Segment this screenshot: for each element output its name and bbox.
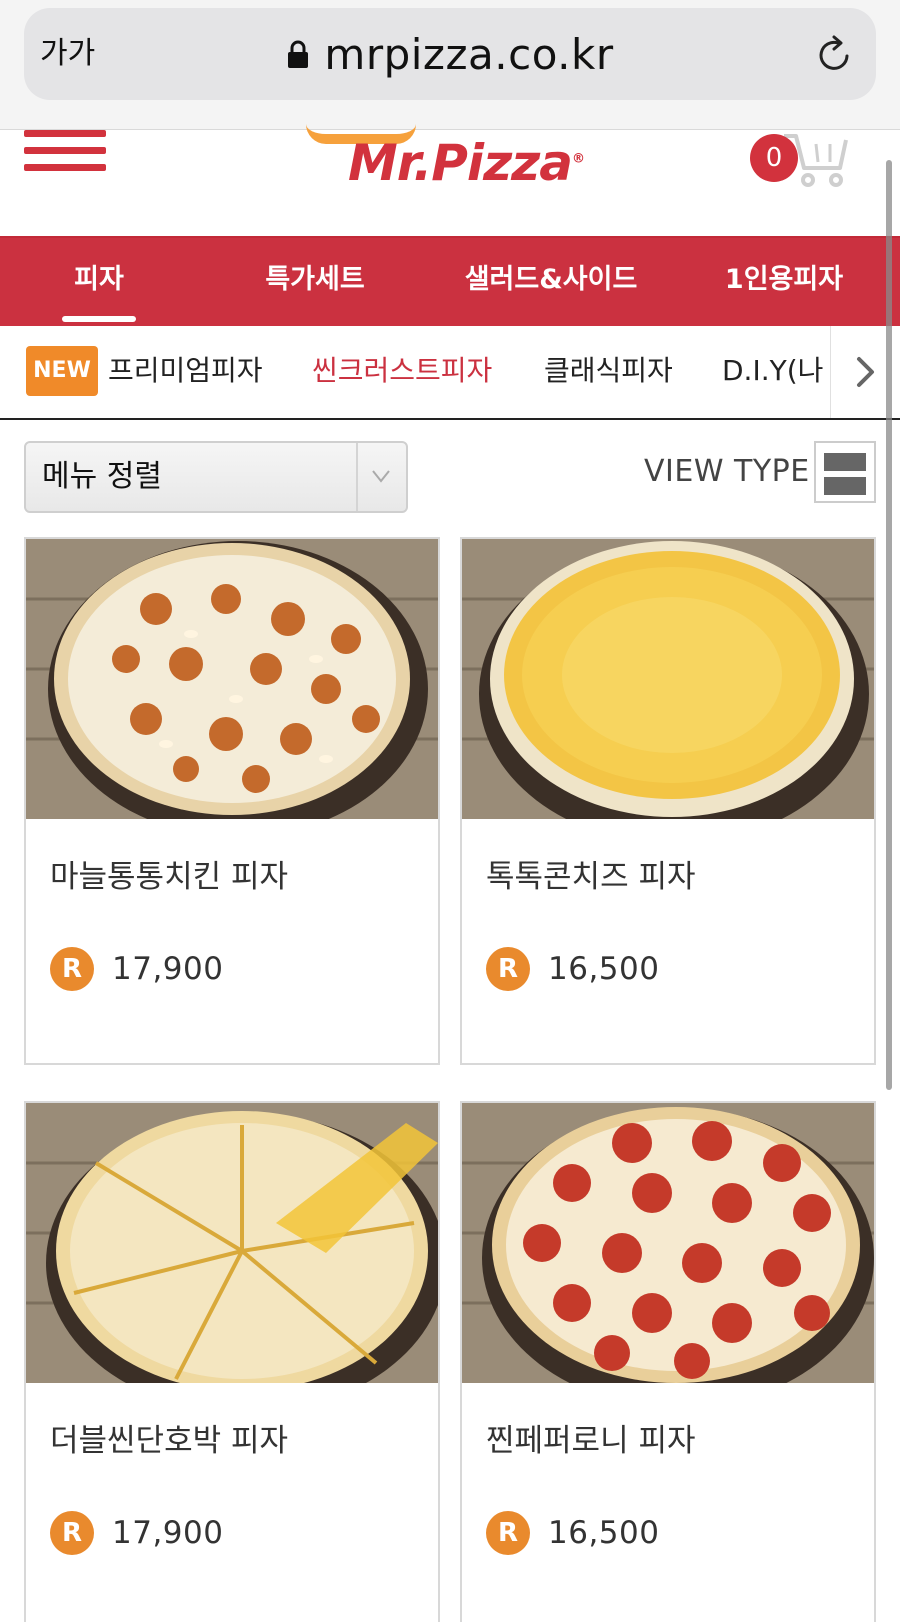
reload-icon[interactable] xyxy=(814,34,856,76)
tab-single-pizza[interactable]: 1인용피자 xyxy=(712,238,856,326)
menu-sort-select[interactable]: 메뉴 정렬 xyxy=(24,441,408,513)
pepperoni-pizza-image xyxy=(462,1103,874,1383)
dropdown-arrow xyxy=(356,443,406,511)
tab-salad-side[interactable]: 샐러드&사이드 xyxy=(458,238,644,326)
product-image[interactable] xyxy=(462,539,874,819)
chevron-right-icon xyxy=(857,357,874,387)
product-image[interactable] xyxy=(26,1103,438,1383)
product-name[interactable]: 마늘통통치킨 피자 xyxy=(50,851,288,896)
url-field[interactable]: 가가 mrpizza.co.kr xyxy=(24,8,876,100)
product-card[interactable]: 더블씬단호박 피자 R 17,900 xyxy=(24,1101,440,1622)
list-view-icon xyxy=(824,477,866,495)
subcategory-nav: NEW 프리미엄피자 씬크러스트피자 클래식피자 D.I.Y(나 xyxy=(0,326,900,420)
product-card[interactable]: 톡톡콘치즈 피자 R 16,500 xyxy=(460,537,876,1065)
hamburger-line-icon xyxy=(24,164,106,171)
menu-hamburger-button[interactable] xyxy=(24,130,106,180)
cart-button[interactable]: 0 xyxy=(750,130,850,187)
url-display[interactable]: mrpizza.co.kr xyxy=(24,8,876,100)
product-price: 16,500 xyxy=(548,1515,660,1551)
garlic-chicken-pizza-image xyxy=(26,539,438,819)
product-price-row: R 17,900 xyxy=(50,947,223,991)
product-card[interactable]: 마늘통통치킨 피자 R 17,900 xyxy=(24,537,440,1065)
browser-address-bar: 가가 mrpizza.co.kr xyxy=(0,0,900,130)
regular-size-badge: R xyxy=(486,947,530,991)
category-nav: 피자 특가세트 샐러드&사이드 1인용피자 xyxy=(0,236,900,326)
sort-select-label: 메뉴 정렬 xyxy=(42,459,162,494)
tab-special-set[interactable]: 특가세트 xyxy=(238,238,392,326)
product-price: 17,900 xyxy=(112,951,224,987)
double-thin-pumpkin-pizza-image xyxy=(26,1103,438,1383)
site-header: Mr.Pizza® 0 xyxy=(0,130,900,236)
regular-size-badge: R xyxy=(50,947,94,991)
product-image[interactable] xyxy=(462,1103,874,1383)
tab-pizza[interactable]: 피자 xyxy=(40,238,158,326)
hamburger-line-icon xyxy=(24,130,106,137)
mr-pizza-logo[interactable]: Mr.Pizza® xyxy=(300,124,600,194)
view-type-label: VIEW TYPE xyxy=(644,454,810,489)
corn-cheese-pizza-image xyxy=(462,539,874,819)
product-name[interactable]: 더블씬단호박 피자 xyxy=(50,1415,288,1460)
url-text: mrpizza.co.kr xyxy=(324,29,614,79)
product-price-row: R 17,900 xyxy=(50,1511,223,1555)
active-tab-indicator xyxy=(62,316,136,322)
product-price-row: R 16,500 xyxy=(486,1511,659,1555)
hamburger-line-icon xyxy=(24,147,106,154)
product-card[interactable]: 찐페퍼로니 피자 R 16,500 xyxy=(460,1101,876,1622)
lock-icon xyxy=(288,40,309,68)
product-image[interactable] xyxy=(26,539,438,819)
regular-size-badge: R xyxy=(50,1511,94,1555)
list-view-icon xyxy=(824,453,866,471)
view-type-toggle-button[interactable] xyxy=(814,441,876,503)
product-name[interactable]: 톡톡콘치즈 피자 xyxy=(486,851,696,896)
regular-size-badge: R xyxy=(486,1511,530,1555)
product-name[interactable]: 찐페퍼로니 피자 xyxy=(486,1415,696,1460)
cart-count-badge: 0 xyxy=(750,134,798,182)
subnav-thin-crust-pizza[interactable]: 씬크러스트피자 xyxy=(312,326,492,420)
logo-text: Mr.Pizza® xyxy=(348,134,585,192)
subnav-diy-pizza[interactable]: D.I.Y(나 xyxy=(722,326,823,420)
caret-down-icon xyxy=(372,470,390,483)
product-price: 16,500 xyxy=(548,951,660,987)
subnav-classic-pizza[interactable]: 클래식피자 xyxy=(544,326,673,420)
page-scrollbar[interactable] xyxy=(886,160,892,1090)
product-price-row: R 16,500 xyxy=(486,947,659,991)
product-price: 17,900 xyxy=(112,1515,224,1551)
subnav-premium-pizza[interactable]: 프리미엄피자 xyxy=(108,326,263,420)
new-badge: NEW xyxy=(26,346,98,396)
